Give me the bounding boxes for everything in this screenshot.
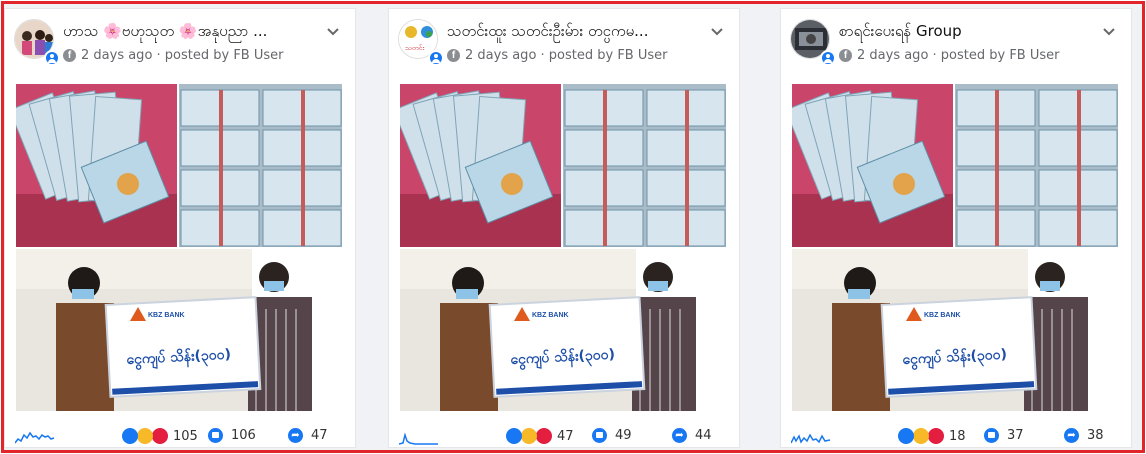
comment-icon bbox=[208, 428, 223, 443]
reaction-count-value: 18 bbox=[949, 428, 966, 444]
chevron-down-icon[interactable] bbox=[1103, 26, 1115, 38]
post-meta-text: 2 days ago · posted by FB User bbox=[81, 48, 284, 63]
group-icon bbox=[44, 50, 60, 66]
facebook-icon: f bbox=[447, 49, 460, 62]
post-stats: 47 49 ➦ 44 bbox=[389, 425, 739, 449]
photo-money-fan[interactable] bbox=[400, 84, 561, 247]
post-meta: f 2 days ago · posted by FB User bbox=[839, 48, 1059, 63]
post-meta: f 2 days ago · posted by FB User bbox=[63, 48, 283, 63]
post-media[interactable]: KBZ BANK ငွေကျပ် သိန်း(၃၀၀) bbox=[400, 84, 726, 411]
like-icon bbox=[506, 428, 522, 444]
love-icon bbox=[536, 428, 552, 444]
svg-text:သတင်း: သတင်း bbox=[405, 44, 424, 52]
comment-count[interactable]: 37 bbox=[984, 428, 1024, 443]
comment-count[interactable]: 106 bbox=[208, 428, 256, 443]
reaction-count[interactable]: 18 bbox=[898, 428, 966, 444]
comment-count-value: 49 bbox=[615, 428, 632, 443]
facebook-icon: f bbox=[839, 49, 852, 62]
comment-count[interactable]: 49 bbox=[592, 428, 632, 443]
love-icon bbox=[152, 428, 168, 444]
post-card[interactable]: သတင်း သတင်းထူး သတင်းဦးမ်ား တင္ပကမ... f 2… bbox=[388, 8, 740, 448]
sparkline-icon bbox=[15, 431, 55, 444]
photo-cheque-handover[interactable]: KBZ BANK ငွေကျပ် သိန်း(၃၀၀) bbox=[792, 249, 1118, 411]
post-meta-text: 2 days ago · posted by FB User bbox=[465, 48, 668, 63]
post-media[interactable]: KBZ BANK ငွေကျပ် သိန်း(၃၀၀) bbox=[792, 84, 1118, 411]
chevron-down-icon[interactable] bbox=[711, 26, 723, 38]
share-count[interactable]: ➦ 44 bbox=[672, 428, 712, 443]
post-grid-frame: ဟာသ 🌸ဗဟုသုတ 🌸အနုပညာ ... f 2 days ago · p… bbox=[1, 1, 1145, 453]
reaction-count[interactable]: 47 bbox=[506, 428, 574, 444]
share-icon: ➦ bbox=[672, 428, 687, 443]
reaction-count[interactable]: 105 bbox=[122, 428, 198, 444]
comment-count-value: 106 bbox=[231, 428, 256, 443]
page-name[interactable]: ဟာသ 🌸ဗဟုသုတ 🌸အနုပညာ ... bbox=[63, 22, 313, 44]
post-meta-text: 2 days ago · posted by FB User bbox=[857, 48, 1060, 63]
page-name[interactable]: သတင်းထူး သတင်းဦးမ်ား တင္ပကမ... bbox=[447, 22, 697, 44]
photo-money-stacks[interactable] bbox=[955, 84, 1118, 247]
photo-cheque-handover[interactable]: KBZ BANK ငွေကျပ် သိန်း(၃၀၀) bbox=[400, 249, 726, 411]
photo-cheque-handover[interactable]: KBZ BANK ငွေကျပ် သိန်း(၃၀၀) bbox=[16, 249, 342, 411]
bank-logo-text: KBZ BANK bbox=[924, 312, 961, 319]
photo-money-stacks[interactable] bbox=[179, 84, 342, 247]
reaction-count-value: 47 bbox=[557, 428, 574, 444]
comment-icon bbox=[592, 428, 607, 443]
haha-icon bbox=[137, 428, 153, 444]
share-icon: ➦ bbox=[288, 428, 303, 443]
love-icon bbox=[928, 428, 944, 444]
comment-icon bbox=[984, 428, 999, 443]
photo-money-fan[interactable] bbox=[792, 84, 953, 247]
chevron-down-icon[interactable] bbox=[327, 26, 339, 38]
post-card[interactable]: စာရင်းပေးရန် Group f 2 days ago · posted… bbox=[780, 8, 1132, 448]
haha-icon bbox=[521, 428, 537, 444]
post-card[interactable]: ဟာသ 🌸ဗဟုသုတ 🌸အနုပညာ ... f 2 days ago · p… bbox=[4, 8, 356, 448]
photo-money-fan[interactable] bbox=[16, 84, 177, 247]
share-count[interactable]: ➦ 38 bbox=[1064, 428, 1104, 443]
share-count-value: 44 bbox=[695, 428, 712, 443]
sparkline-icon bbox=[399, 432, 438, 445]
share-count-value: 38 bbox=[1087, 428, 1104, 443]
share-count-value: 47 bbox=[311, 428, 328, 443]
group-icon bbox=[820, 50, 836, 66]
post-stats: 18 37 ➦ 38 bbox=[781, 425, 1131, 449]
bank-logo-text: KBZ BANK bbox=[148, 312, 185, 319]
facebook-icon: f bbox=[63, 49, 76, 62]
group-icon bbox=[428, 50, 444, 66]
bank-logo-text: KBZ BANK bbox=[532, 312, 569, 319]
post-media[interactable]: KBZ BANK ငွေကျပ် သိန်း(၃၀၀) bbox=[16, 84, 342, 411]
haha-icon bbox=[913, 428, 929, 444]
photo-money-stacks[interactable] bbox=[563, 84, 726, 247]
like-icon bbox=[122, 428, 138, 444]
like-icon bbox=[898, 428, 914, 444]
post-meta: f 2 days ago · posted by FB User bbox=[447, 48, 667, 63]
comment-count-value: 37 bbox=[1007, 428, 1024, 443]
share-count[interactable]: ➦ 47 bbox=[288, 428, 328, 443]
page-name[interactable]: စာရင်းပေးရန် Group bbox=[839, 22, 1089, 44]
post-stats: 105 106 ➦ 47 bbox=[5, 425, 355, 449]
reaction-count-value: 105 bbox=[173, 428, 198, 444]
sparkline-icon bbox=[791, 433, 831, 444]
share-icon: ➦ bbox=[1064, 428, 1079, 443]
